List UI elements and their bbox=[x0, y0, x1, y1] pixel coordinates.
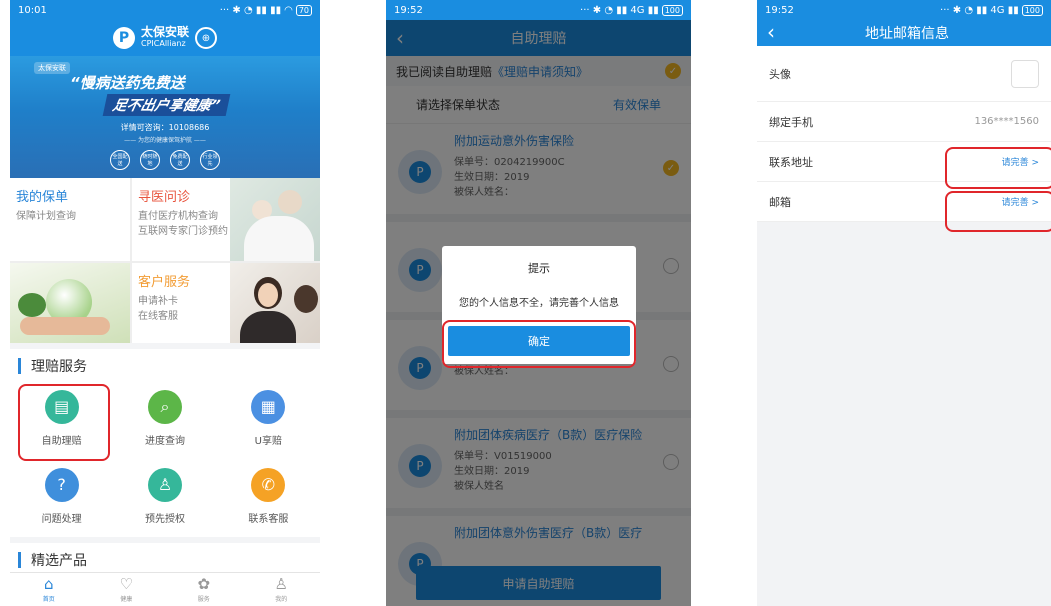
back-arrow-icon[interactable]: ‹ bbox=[767, 20, 775, 44]
service-label: 问题处理 bbox=[41, 513, 82, 525]
header: 19:52 ··· ✱ ◔ ▮▮ 4G ▮▮ 100 ‹ 地址邮箱信息 bbox=[757, 0, 1051, 46]
row-label: 联系地址 bbox=[769, 155, 813, 169]
badge-icon: 行业领先 bbox=[200, 150, 220, 170]
status-icons: ··· ✱ ◔ ▮▮ ▮▮ ◠ 70 bbox=[220, 4, 312, 16]
service-label: 预先授权 bbox=[144, 513, 185, 525]
banner-slogan: —— 为您的健康保驾护航 —— bbox=[124, 137, 206, 144]
battery-icon: 100 bbox=[661, 4, 683, 16]
tab-label: 首页 bbox=[42, 595, 55, 603]
badge-icon: 随时随地 bbox=[140, 150, 160, 170]
avatar[interactable] bbox=[1011, 59, 1039, 88]
banner-headline-1: “慢病送药免费送 bbox=[70, 74, 185, 92]
tab-home[interactable]: ⌂ 首页 bbox=[10, 573, 88, 606]
service-progress-query[interactable]: ⌕ 进度查询 bbox=[113, 383, 216, 453]
user-icon: ♙ bbox=[147, 467, 182, 502]
status-bar: 10:01 ··· ✱ ◔ ▮▮ ▮▮ ◠ 70 bbox=[10, 0, 320, 20]
card-subtitle-line: 直付医疗机构查询 bbox=[138, 211, 218, 222]
row-bound-phone: 绑定手机 136****1560 bbox=[757, 102, 1051, 142]
banner-badges: 全国配送 随时随地 免费配送 行业领先 bbox=[10, 150, 320, 170]
service-pre-authorization[interactable]: ♙ 预先授权 bbox=[113, 461, 216, 531]
tab-mine[interactable]: ♙ 我的 bbox=[243, 573, 321, 606]
status-time: 10:01 bbox=[18, 4, 47, 16]
brand-name-cn: 太保安联 bbox=[140, 25, 189, 39]
header: 10:01 ··· ✱ ◔ ▮▮ ▮▮ ◠ 70 P 太保安联 CPICAlli… bbox=[10, 0, 320, 56]
row-value: 136****1560 bbox=[974, 116, 1039, 127]
tab-service[interactable]: ✿ 服务 bbox=[165, 573, 243, 606]
card-title: 寻医问诊 bbox=[138, 190, 191, 205]
cpic-logo-icon: P bbox=[112, 27, 135, 49]
status-icons: ··· ✱ ◔ ▮▮ 4G ▮▮ 100 bbox=[940, 4, 1043, 16]
page-title: 地址邮箱信息 bbox=[865, 26, 949, 42]
phone-self-claim-screen: 19:52 ··· ✱ ◔ ▮▮ 4G ▮▮ 100 ‹ 自助理赔 我已阅读自助… bbox=[386, 0, 691, 606]
banner-hotline: 详情可咨询：10108686 bbox=[120, 123, 210, 132]
document-icon: ▦ bbox=[251, 389, 286, 424]
card-subtitle-line: 在线客服 bbox=[138, 311, 178, 322]
service-label: 联系客服 bbox=[248, 513, 289, 525]
service-label: U享赔 bbox=[254, 435, 282, 447]
dialog-message: 您的个人信息不全，请完善个人信息 bbox=[459, 298, 619, 309]
card-subtitle: 申请补卡 在线客服 bbox=[138, 294, 316, 324]
tab-label: 服务 bbox=[197, 595, 210, 603]
card-title: 客户服务 bbox=[138, 275, 191, 290]
person-icon: ♙ bbox=[274, 574, 288, 593]
battery-icon: 70 bbox=[295, 4, 312, 16]
brand-name: 太保安联 CPICAllianz bbox=[140, 25, 189, 49]
banner-tag: 太保安联 bbox=[34, 62, 70, 74]
question-icon: ? bbox=[44, 467, 79, 502]
heart-icon: ♡ bbox=[119, 574, 133, 593]
service-u-claim[interactable]: ▦ U享赔 bbox=[217, 383, 320, 453]
card-subtitle: 直付医疗机构查询 互联网专家门诊预约 bbox=[138, 209, 316, 239]
tab-health[interactable]: ♡ 健康 bbox=[88, 573, 166, 606]
phone-icon: ✆ bbox=[251, 467, 286, 502]
badge-icon: 全国配送 bbox=[110, 150, 130, 170]
highlight-box bbox=[945, 191, 1051, 232]
badge-icon: 免费配送 bbox=[170, 150, 190, 170]
card-find-doctor[interactable]: 寻医问诊 直付医疗机构查询 互联网专家门诊预约 bbox=[132, 178, 320, 261]
card-subtitle-line: 申请补卡 bbox=[138, 296, 178, 307]
search-icon: ⌕ bbox=[147, 389, 182, 424]
brand-logo: P 太保安联 CPICAllianz ⊕ bbox=[10, 20, 320, 56]
phone-home-screen: 10:01 ··· ✱ ◔ ▮▮ ▮▮ ◠ 70 P 太保安联 CPICAlli… bbox=[10, 0, 320, 606]
nav-bar: ‹ 地址邮箱信息 bbox=[757, 20, 1051, 46]
service-contact-support[interactable]: ✆ 联系客服 bbox=[217, 461, 320, 531]
brand-name-en: CPICAllianz bbox=[140, 39, 186, 48]
service-issue-handling[interactable]: ? 问题处理 bbox=[10, 461, 113, 531]
phone-address-email-screen: 19:52 ··· ✱ ◔ ▮▮ 4G ▮▮ 100 ‹ 地址邮箱信息 头像 绑… bbox=[757, 0, 1051, 606]
card-plant-image bbox=[10, 263, 130, 343]
tab-label: 我的 bbox=[275, 595, 288, 603]
card-subtitle-line: 互联网专家门诊预约 bbox=[138, 226, 228, 237]
card-subtitle: 保障计划查询 bbox=[16, 211, 76, 222]
tab-label: 健康 bbox=[120, 595, 133, 603]
status-icons: ··· ✱ ◔ ▮▮ 4G ▮▮ 100 bbox=[580, 4, 683, 16]
banner-headline-2: 足不出户享健康” bbox=[102, 94, 231, 116]
feature-cards: 我的保单 保障计划查询 寻医问诊 直付医疗机构查询 互联网专家门诊预约 客户服务… bbox=[10, 178, 320, 343]
status-time: 19:52 bbox=[394, 4, 423, 16]
promo-banner[interactable]: 太保安联 “慢病送药免费送 足不出户享健康” 详情可咨询：10108686 ——… bbox=[10, 56, 320, 178]
allianz-logo-icon: ⊕ bbox=[195, 27, 217, 49]
section-title: 理赔服务 bbox=[10, 349, 320, 383]
status-time: 19:52 bbox=[765, 4, 794, 16]
row-avatar[interactable]: 头像 bbox=[757, 46, 1051, 102]
dialog-title: 提示 bbox=[528, 262, 550, 275]
card-my-policy[interactable]: 我的保单 保障计划查询 bbox=[10, 178, 130, 261]
status-bar: 19:52 ··· ✱ ◔ ▮▮ 4G ▮▮ 100 bbox=[386, 0, 691, 20]
card-customer-service[interactable]: 客户服务 申请补卡 在线客服 bbox=[132, 263, 320, 343]
battery-icon: 100 bbox=[1021, 4, 1043, 16]
highlight-box bbox=[442, 320, 636, 368]
highlight-box bbox=[18, 384, 110, 461]
plant-globe-image bbox=[10, 263, 130, 343]
highlight-box bbox=[945, 147, 1051, 189]
card-title: 我的保单 bbox=[16, 190, 69, 205]
bottom-tab-bar: ⌂ 首页 ♡ 健康 ✿ 服务 ♙ 我的 bbox=[10, 572, 320, 606]
row-label: 头像 bbox=[769, 67, 791, 81]
status-bar: 19:52 ··· ✱ ◔ ▮▮ 4G ▮▮ 100 bbox=[757, 0, 1051, 20]
section-title-text: 理赔服务 bbox=[31, 359, 87, 375]
service-icon: ✿ bbox=[197, 574, 211, 593]
row-label: 绑定手机 bbox=[769, 115, 813, 129]
section-title-text: 精选产品 bbox=[31, 553, 87, 569]
wifi-icon: ◠ bbox=[284, 4, 293, 16]
service-label: 进度查询 bbox=[144, 435, 185, 447]
home-icon: ⌂ bbox=[43, 574, 54, 593]
row-label: 邮箱 bbox=[769, 195, 791, 209]
